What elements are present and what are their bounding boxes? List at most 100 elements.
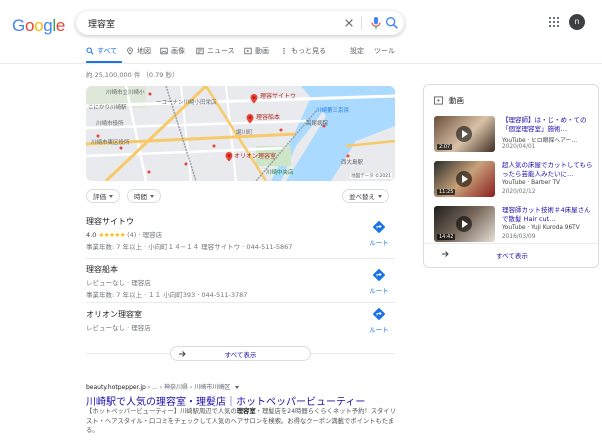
tab-videos[interactable]: 動画: [244, 46, 269, 56]
show-all-label: すべて表示: [224, 350, 257, 359]
show-all-videos-button[interactable]: すべて表示: [434, 247, 590, 261]
video-result[interactable]: 2:07 【理容師】は・じ・め・ての「個室理容室」施術… YouTube · ヒ…: [434, 116, 594, 154]
sort-filter[interactable]: 並べ替え: [342, 189, 389, 203]
result-title-link[interactable]: 川崎駅で人気の理容室・理髪店｜ホットペッパービューティー: [86, 393, 365, 408]
place-rating-line: レビューなし · 理容店: [86, 279, 151, 287]
video-result[interactable]: 11:25 超人気の床屋でカットしてもらったら芸能人みたいに… YouTube …: [434, 161, 594, 199]
map-label: 川崎市立川崎小: [106, 90, 145, 96]
video-result[interactable]: 14:42 理容師カット技術＃4床屋さんで散髪 Hair cut… YouTub…: [434, 206, 594, 244]
directions-button[interactable]: ルート: [367, 220, 391, 247]
directions-icon: [373, 308, 385, 320]
video-duration: 2:07: [437, 144, 453, 150]
video-thumbnail[interactable]: 11:25: [434, 161, 495, 197]
result-domain: beauty.hotpepper.jp: [86, 384, 146, 391]
place-name[interactable]: オリオン理容室: [86, 309, 395, 320]
map-label: ーコーナン川崎小田栄店: [156, 100, 217, 106]
show-all-label: すべて表示: [496, 252, 528, 260]
directions-button[interactable]: ルート: [367, 307, 391, 334]
result-url[interactable]: beauty.hotpepper.jp › ... › 神奈川県 › 川崎市川崎…: [86, 382, 240, 391]
video-source: YouTube · ヒロ眼探ヘアー…: [502, 138, 578, 144]
play-icon: [456, 171, 472, 187]
place-listing[interactable]: オリオン理容室 レビューなし · 理容店 ルート: [86, 307, 395, 339]
tab-label: すべて: [97, 47, 118, 55]
tab-label: ツール: [374, 47, 395, 55]
videos-title: 動画: [449, 96, 464, 105]
tab-label: ニュース: [207, 47, 235, 55]
search-input[interactable]: 理容室: [88, 17, 115, 30]
directions-button[interactable]: ルート: [367, 268, 391, 295]
tab-settings[interactable]: 設定: [350, 46, 364, 56]
tab-all[interactable]: すべて: [86, 46, 117, 56]
map-label: 高尾病院: [306, 121, 329, 127]
logo-letter: o: [34, 16, 44, 35]
hours-filter[interactable]: 時間: [127, 189, 161, 203]
map-label: 川崎第三京浜: [316, 108, 350, 114]
directions-icon: [373, 221, 385, 233]
video-duration: 11:25: [437, 189, 456, 195]
tab-tools[interactable]: ツール: [374, 46, 395, 56]
place-listing[interactable]: 理容船本 レビューなし · 理容店 事業年数: 7 年以上 · １１ 小向町39…: [86, 264, 395, 304]
logo-letter: o: [24, 16, 35, 35]
map-label-saito: 理容サイトウ: [260, 93, 297, 100]
show-all-places-button[interactable]: すべて表示: [170, 346, 311, 361]
chevron-down-icon: [378, 194, 382, 198]
tab-news[interactable]: ニュース: [196, 46, 235, 56]
star-rating-icon: ★★★★★: [98, 231, 126, 239]
microphone-icon[interactable]: [368, 15, 384, 31]
result-snippet: 【ホットペッパービューティー】川崎駅周辺で人気の理容室・理髪店を24時間らくらく…: [86, 407, 396, 436]
news-icon: [196, 47, 204, 55]
chip-label: 時間: [134, 193, 147, 201]
video-title[interactable]: 理容師カット技術＃4床屋さんで散髪 Hair cut…: [502, 206, 594, 223]
arrow-right-icon: [179, 351, 186, 357]
snippet-text: 【ホットペッパービューティー】川崎駅周辺で人気の: [86, 408, 237, 415]
video-icon: [434, 96, 443, 105]
video-title[interactable]: 超人気の床屋でカットしてもらったら芸能人みたいに…: [502, 161, 594, 178]
avatar[interactable]: n: [569, 14, 585, 30]
divider: [86, 258, 395, 259]
more-vert-icon: [283, 47, 285, 55]
videos-panel: 動画 2:07 【理容師】は・じ・め・ての「個室理容室」施術… YouTube …: [423, 84, 599, 268]
tab-images[interactable]: 画像: [160, 46, 185, 56]
map-label: 川崎市東区役所: [91, 140, 130, 146]
search-icon[interactable]: [384, 15, 400, 31]
video-thumbnail[interactable]: 2:07: [434, 116, 495, 152]
video-date: 2020/02/12: [502, 189, 536, 195]
clear-icon[interactable]: [341, 15, 357, 31]
tab-more[interactable]: もっと見る: [280, 46, 326, 56]
video-date: 2016/03/09: [502, 234, 536, 240]
rating-text: レビューなし: [86, 279, 125, 287]
place-listing[interactable]: 理容サイトウ 4.0 ★★★★★ (4) · 理容店 事業年数: 7 年以上 ·…: [86, 216, 395, 256]
google-logo[interactable]: Google: [12, 16, 65, 36]
divider: [86, 302, 395, 303]
tab-label: 設定: [350, 47, 364, 55]
map-label: こにかり川崎駅: [88, 105, 127, 111]
result-stats: 約 25,100,000 件 （0.79 秒）: [86, 71, 179, 79]
video-icon: [244, 47, 252, 55]
divider: [424, 243, 598, 244]
rating-filter[interactable]: 評価: [86, 189, 120, 203]
chevron-down-icon[interactable]: [235, 386, 240, 389]
review-count: (4): [127, 231, 137, 239]
directions-icon: [373, 269, 385, 281]
tab-label: 動画: [255, 47, 269, 55]
directions-label: ルート: [369, 239, 389, 247]
tab-label: 画像: [171, 47, 185, 55]
video-title[interactable]: 【理容師】は・じ・め・ての「個室理容室」施術…: [502, 116, 594, 133]
chip-label: 評価: [93, 193, 106, 201]
place-name[interactable]: 理容船本: [86, 264, 395, 275]
search-icon: [86, 47, 94, 55]
place-name[interactable]: 理容サイトウ: [86, 216, 395, 227]
apps-grid-icon[interactable]: [548, 16, 560, 28]
videos-heading: 動画: [434, 95, 464, 106]
video-thumbnail[interactable]: 14:42: [434, 206, 495, 242]
map-label: 川崎中央店: [266, 170, 294, 176]
map-attribution: 地図データ ©2021: [350, 173, 392, 179]
divider: [361, 16, 362, 30]
local-map[interactable]: 理容サイトウ 理容船本 オリオン理容室 川崎市役所 高尾病院 川崎第三京浜 堀川…: [86, 86, 395, 181]
place-category: 理容店: [131, 324, 151, 332]
map-label: 川崎市役所: [96, 121, 124, 127]
tab-maps[interactable]: 地図: [126, 46, 151, 56]
map-label: 西大島駅: [341, 160, 364, 166]
video-source: YouTube · Barber TV: [502, 180, 560, 186]
search-box[interactable]: 理容室: [76, 11, 404, 35]
